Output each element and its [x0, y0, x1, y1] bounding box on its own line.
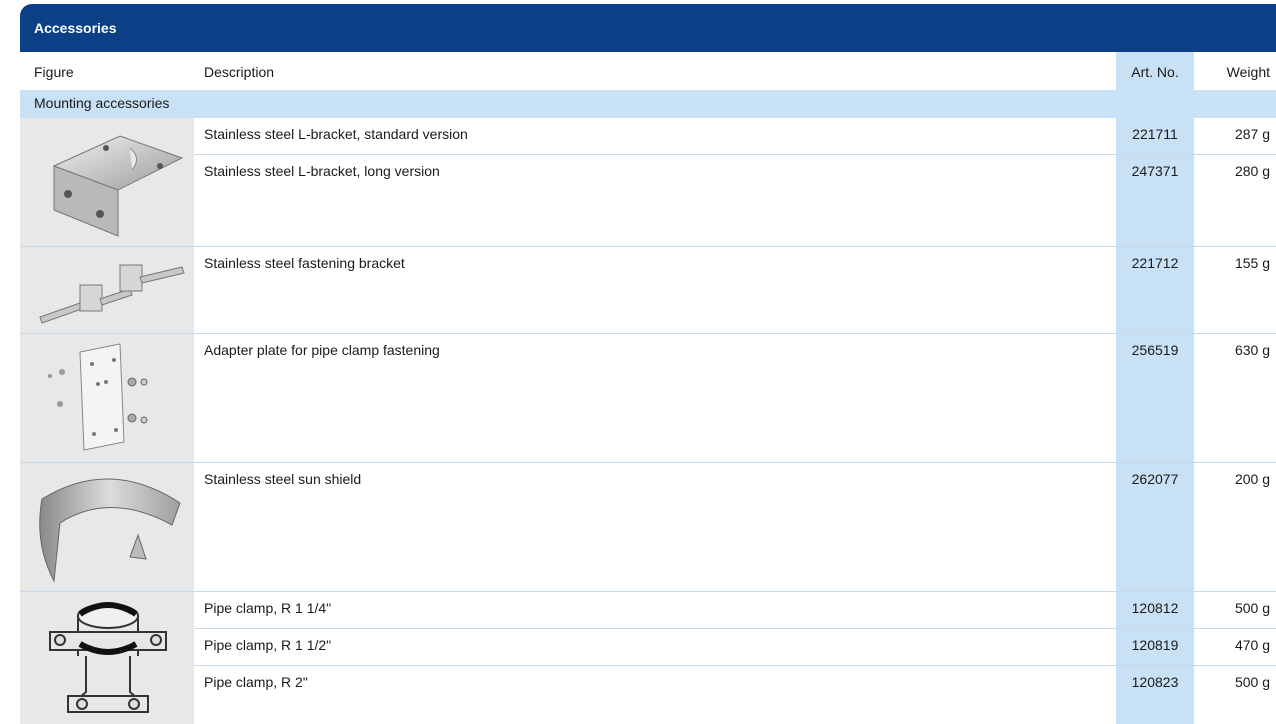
table-row: Stainless steel sun shield 262077 200 g	[194, 463, 1276, 592]
group-divider	[20, 333, 1276, 334]
table-row: Pipe clamp, R 1 1/2" 120819 470 g	[194, 629, 1276, 666]
group-divider	[20, 462, 1276, 463]
item-weight: 200 g	[1234, 471, 1270, 487]
weight-column-header: Weight	[1226, 64, 1270, 80]
table-row: Stainless steel L-bracket, long version …	[194, 155, 1276, 247]
item-weight: 630 g	[1234, 342, 1270, 358]
table-title-bar: Accessories	[20, 4, 1276, 52]
section-row: Mounting accessories	[20, 90, 1276, 118]
item-art-no: 262077	[1131, 471, 1179, 487]
item-art-no: 221712	[1131, 255, 1179, 271]
table-row: Pipe clamp, R 2" 120823 500 g	[194, 666, 1276, 724]
l-bracket-image	[52, 135, 184, 237]
pipe-clamp-figure-cell	[20, 592, 194, 724]
adapter-plate-figure-cell	[20, 334, 194, 462]
sun-shield-image	[39, 478, 181, 583]
item-weight: 470 g	[1234, 637, 1270, 653]
item-weight: 500 g	[1234, 674, 1270, 690]
l-bracket-figure-cell	[20, 118, 194, 246]
fastening-bracket-image	[39, 264, 185, 324]
item-description: Pipe clamp, R 2"	[204, 674, 308, 690]
item-art-no: 256519	[1131, 342, 1179, 358]
sun-shield-figure-cell	[20, 463, 194, 591]
item-weight: 280 g	[1234, 163, 1270, 179]
group-divider	[20, 246, 1276, 247]
section-label: Mounting accessories	[34, 95, 170, 111]
description-column-header: Description	[204, 64, 275, 80]
fastening-bracket-figure-cell	[20, 247, 194, 333]
item-description: Pipe clamp, R 1 1/4"	[204, 600, 332, 616]
item-description: Adapter plate for pipe clamp fastening	[204, 342, 440, 358]
item-weight: 155 g	[1234, 255, 1270, 271]
pipe-clamp-image	[49, 602, 167, 713]
item-weight: 500 g	[1234, 600, 1270, 616]
adapter-plate-image	[48, 343, 148, 451]
figure-column-header: Figure	[34, 64, 74, 80]
item-art-no: 221711	[1132, 126, 1178, 142]
item-art-no: 120812	[1131, 600, 1179, 616]
table-row: Adapter plate for pipe clamp fastening 2…	[194, 334, 1276, 463]
table-row: Pipe clamp, R 1 1/4" 120812 500 g	[194, 592, 1276, 629]
item-weight: 287 g	[1234, 126, 1270, 142]
item-art-no: 120823	[1131, 674, 1179, 690]
item-art-no: 120819	[1131, 637, 1179, 653]
item-description: Stainless steel sun shield	[204, 471, 362, 487]
item-description: Pipe clamp, R 1 1/2"	[204, 637, 332, 653]
table-row: Stainless steel fastening bracket 221712…	[194, 247, 1276, 334]
table-header-row: Figure Description Art. No. Weight	[20, 52, 1276, 91]
art-no-column-header: Art. No.	[1131, 64, 1179, 80]
item-description: Stainless steel L-bracket, long version	[204, 163, 440, 179]
group-divider	[20, 591, 1276, 592]
item-description: Stainless steel fastening bracket	[204, 255, 405, 271]
item-art-no: 247371	[1131, 163, 1179, 179]
item-description: Stainless steel L-bracket, standard vers…	[204, 126, 468, 142]
table-row: Stainless steel L-bracket, standard vers…	[194, 118, 1276, 155]
table-title: Accessories	[34, 20, 117, 36]
